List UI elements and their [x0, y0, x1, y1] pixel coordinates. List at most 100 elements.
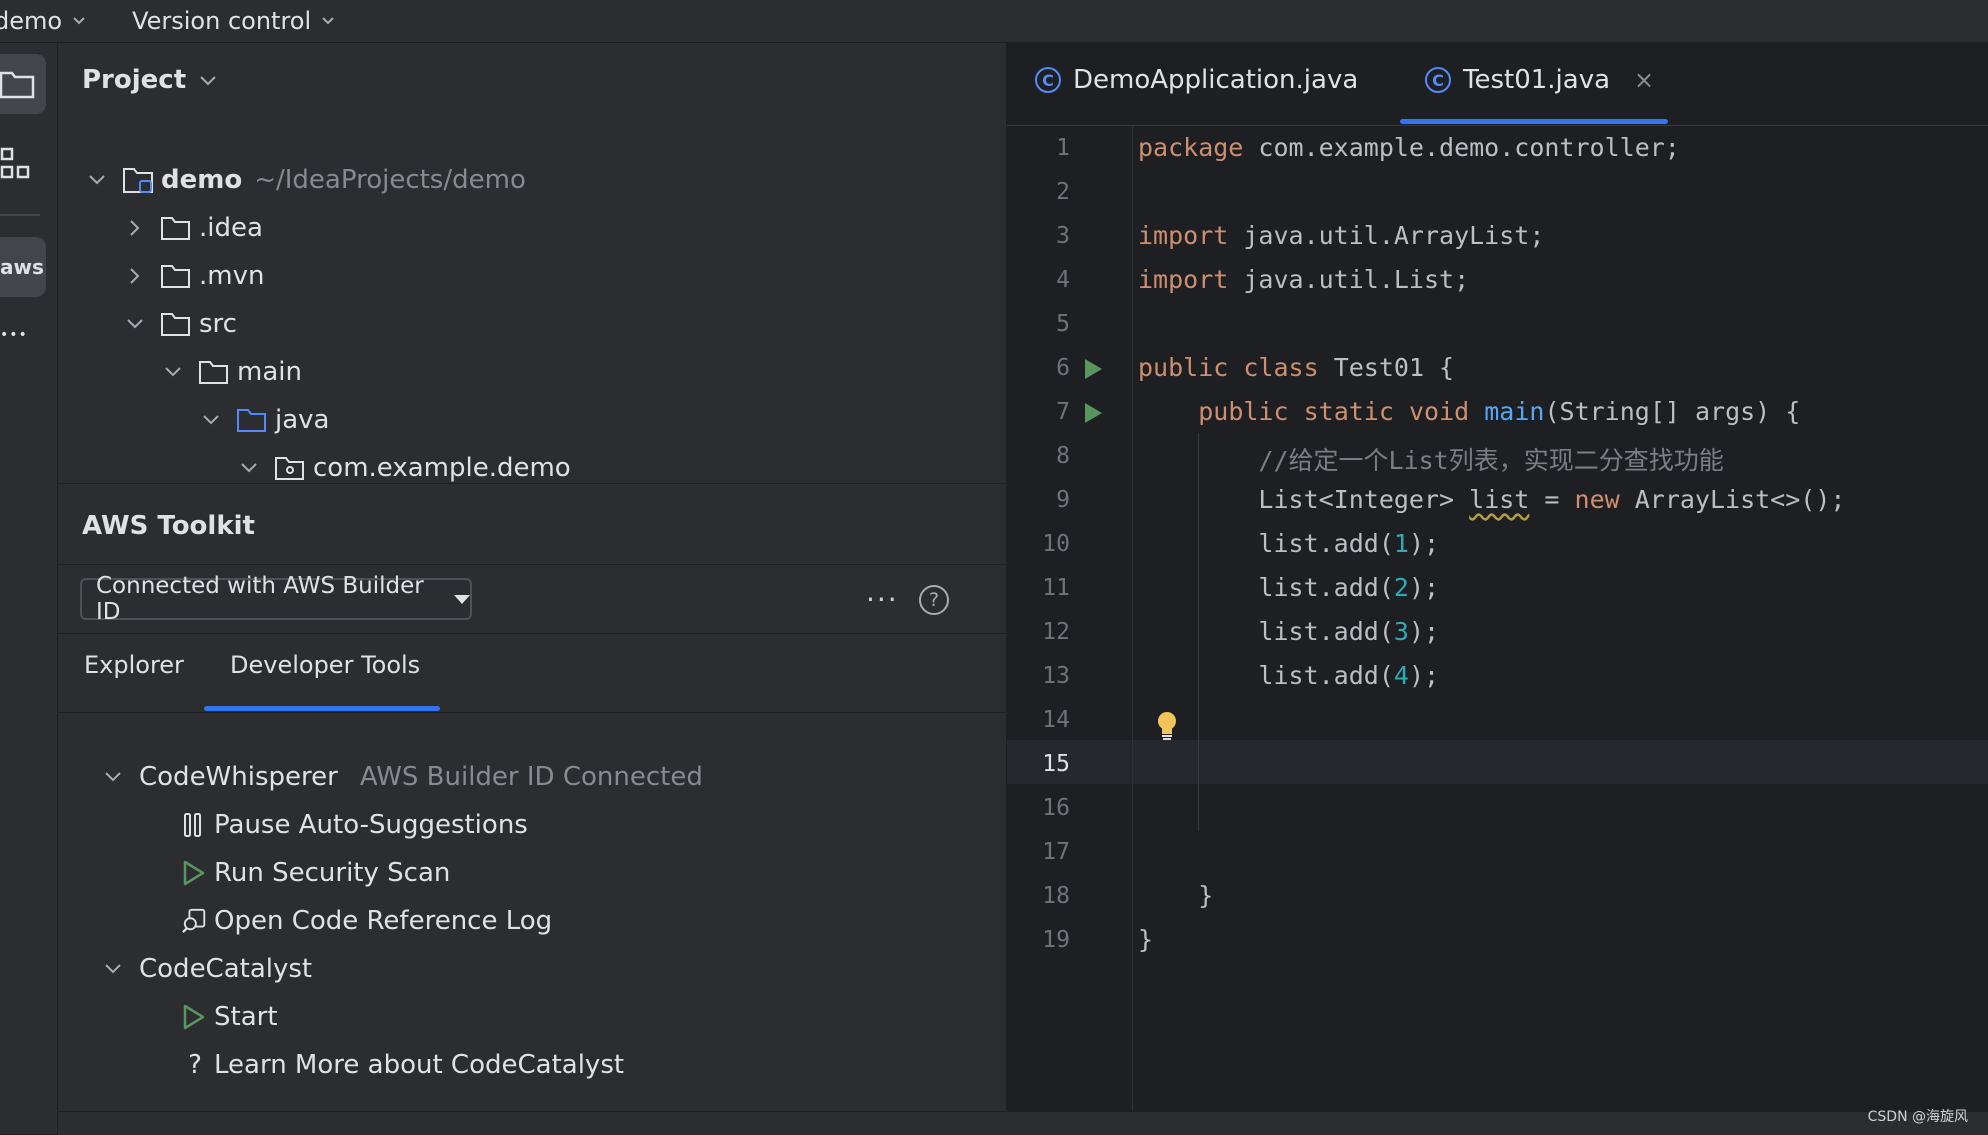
title-bar: demo Version control [0, 0, 1988, 43]
lightbulb-icon[interactable] [1153, 710, 1181, 742]
tree-item-label: .mvn [199, 261, 265, 291]
aws-toolkit-title: AWS Toolkit [82, 511, 255, 541]
code-function: main [1484, 397, 1545, 426]
tree-item-path: ~/IdeaProjects/demo [254, 165, 526, 195]
code-text: list.add( [1258, 661, 1394, 690]
tree-item-label: demo [161, 165, 243, 195]
code-text: list.add( [1258, 617, 1394, 646]
start-item[interactable]: Start [182, 995, 278, 1039]
code-text: = [1529, 485, 1575, 514]
code-text: list.add( [1258, 529, 1394, 558]
code-text: Test01 { [1318, 353, 1455, 382]
learn-more-item[interactable]: ? Learn More about CodeCatalyst [182, 1043, 624, 1087]
line-number: 6 [1056, 355, 1070, 381]
code-line: list.add(1); [1138, 529, 1439, 558]
tree-item-codecatalyst[interactable]: CodeCatalyst [101, 947, 312, 991]
line-number: 7 [1056, 399, 1070, 425]
question-icon: ? [188, 1050, 202, 1080]
tab-explorer[interactable]: Explorer [84, 651, 184, 679]
code-number: 1 [1393, 529, 1409, 558]
vcs-menu[interactable]: Version control [132, 7, 381, 35]
aws-tool-button[interactable]: aws [0, 237, 46, 297]
chevron-down-icon [200, 76, 216, 86]
editor-tab-bar: C DemoApplication.java C Test01.java × [1007, 43, 1988, 126]
project-menu[interactable]: demo [0, 7, 132, 35]
tree-item-main[interactable]: main [161, 350, 302, 394]
line-number: 12 [1042, 619, 1070, 645]
tab-test01[interactable]: C Test01.java × [1425, 65, 1654, 95]
line-number: 8 [1056, 443, 1070, 469]
help-icon[interactable]: ? [919, 585, 949, 615]
open-code-reference-log-item[interactable]: Open Code Reference Log [182, 899, 552, 943]
tool-window-strip: aws ••• [0, 43, 58, 1134]
search-log-icon [182, 907, 208, 935]
more-options-button[interactable]: ··· [866, 583, 899, 616]
code-line: package com.example.demo.controller; [1138, 133, 1680, 162]
code-line: import java.util.List; [1138, 265, 1469, 294]
tree-item-codewhisperer[interactable]: CodeWhisperer AWS Builder ID Connected [101, 755, 703, 799]
source-folder-icon [237, 406, 269, 434]
close-icon[interactable]: × [1634, 66, 1654, 94]
line-number: 2 [1056, 179, 1070, 205]
tree-item-src[interactable]: src [123, 302, 237, 346]
code-text: (String[] args) { [1544, 397, 1801, 426]
tree-item-label: .idea [199, 213, 263, 243]
code-line: list.add(3); [1138, 617, 1439, 646]
code-line: //给定一个List列表，实现二分查找功能 [1138, 441, 1723, 477]
tree-item-label: main [237, 357, 302, 387]
code-keyword: class [1243, 353, 1319, 382]
tab-demo-application[interactable]: C DemoApplication.java [1035, 65, 1358, 95]
tree-item-label: java [275, 405, 330, 435]
code-editor[interactable]: C DemoApplication.java C Test01.java × 1… [1007, 43, 1988, 1111]
line-number: 3 [1056, 223, 1070, 249]
chevron-down-icon[interactable] [161, 360, 185, 384]
connection-dropdown[interactable]: Connected with AWS Builder ID [80, 573, 472, 625]
panel-title: Project [82, 65, 187, 95]
chevron-right-icon[interactable] [123, 216, 147, 240]
run-security-scan-item[interactable]: Run Security Scan [182, 851, 450, 895]
tree-item-java[interactable]: java [199, 398, 329, 442]
module-folder-icon [123, 166, 155, 194]
code-number: 2 [1393, 573, 1409, 602]
project-panel-header[interactable]: Project [82, 65, 218, 95]
run-gutter-icon[interactable] [1085, 403, 1102, 423]
chevron-down-icon[interactable] [101, 765, 125, 789]
code-text: ); [1408, 529, 1440, 558]
panel-splitter[interactable] [58, 483, 1006, 484]
line-number: 17 [1042, 839, 1070, 865]
tree-item-mvn[interactable]: .mvn [123, 254, 264, 298]
tree-item-label: Start [214, 1002, 278, 1032]
connection-status: AWS Builder ID Connected [359, 762, 703, 792]
active-tab-indicator [204, 706, 440, 711]
status-bar [58, 1111, 1988, 1135]
more-tools-button[interactable]: ••• [0, 305, 46, 365]
chevron-down-icon [73, 17, 85, 25]
tree-item-demo[interactable]: demo ~/IdeaProjects/demo [85, 158, 526, 202]
code-keyword: new [1574, 485, 1620, 514]
chevron-right-icon[interactable] [123, 264, 147, 288]
run-gutter-icon[interactable] [1085, 359, 1102, 379]
chevron-down-icon[interactable] [101, 957, 125, 981]
project-tool-button[interactable] [0, 54, 46, 114]
chevron-down-icon[interactable] [199, 408, 223, 432]
tree-item-idea[interactable]: .idea [123, 206, 263, 250]
structure-tool-button[interactable] [0, 134, 46, 194]
code-keyword: import [1138, 265, 1229, 294]
divider [58, 633, 1006, 634]
code-line: } [1138, 881, 1213, 910]
watermark: CSDN @海旋风 [1867, 1109, 1968, 1125]
pause-auto-suggestions-item[interactable]: Pause Auto-Suggestions [182, 803, 528, 847]
gutter-divider [1132, 126, 1133, 1111]
code-text: list.add( [1258, 573, 1394, 602]
chevron-down-icon[interactable] [123, 312, 147, 336]
line-number: 19 [1042, 927, 1070, 953]
code-text: List<Integer> [1258, 485, 1470, 514]
tab-developer-tools[interactable]: Developer Tools [230, 651, 420, 679]
code-keyword: public [1198, 397, 1289, 426]
chevron-down-icon[interactable] [85, 168, 109, 192]
chevron-down-icon[interactable] [237, 456, 261, 480]
tab-label: Test01.java [1463, 65, 1611, 95]
dropdown-arrow-icon [454, 594, 470, 604]
folder-icon [161, 310, 193, 338]
folder-icon [199, 358, 231, 386]
